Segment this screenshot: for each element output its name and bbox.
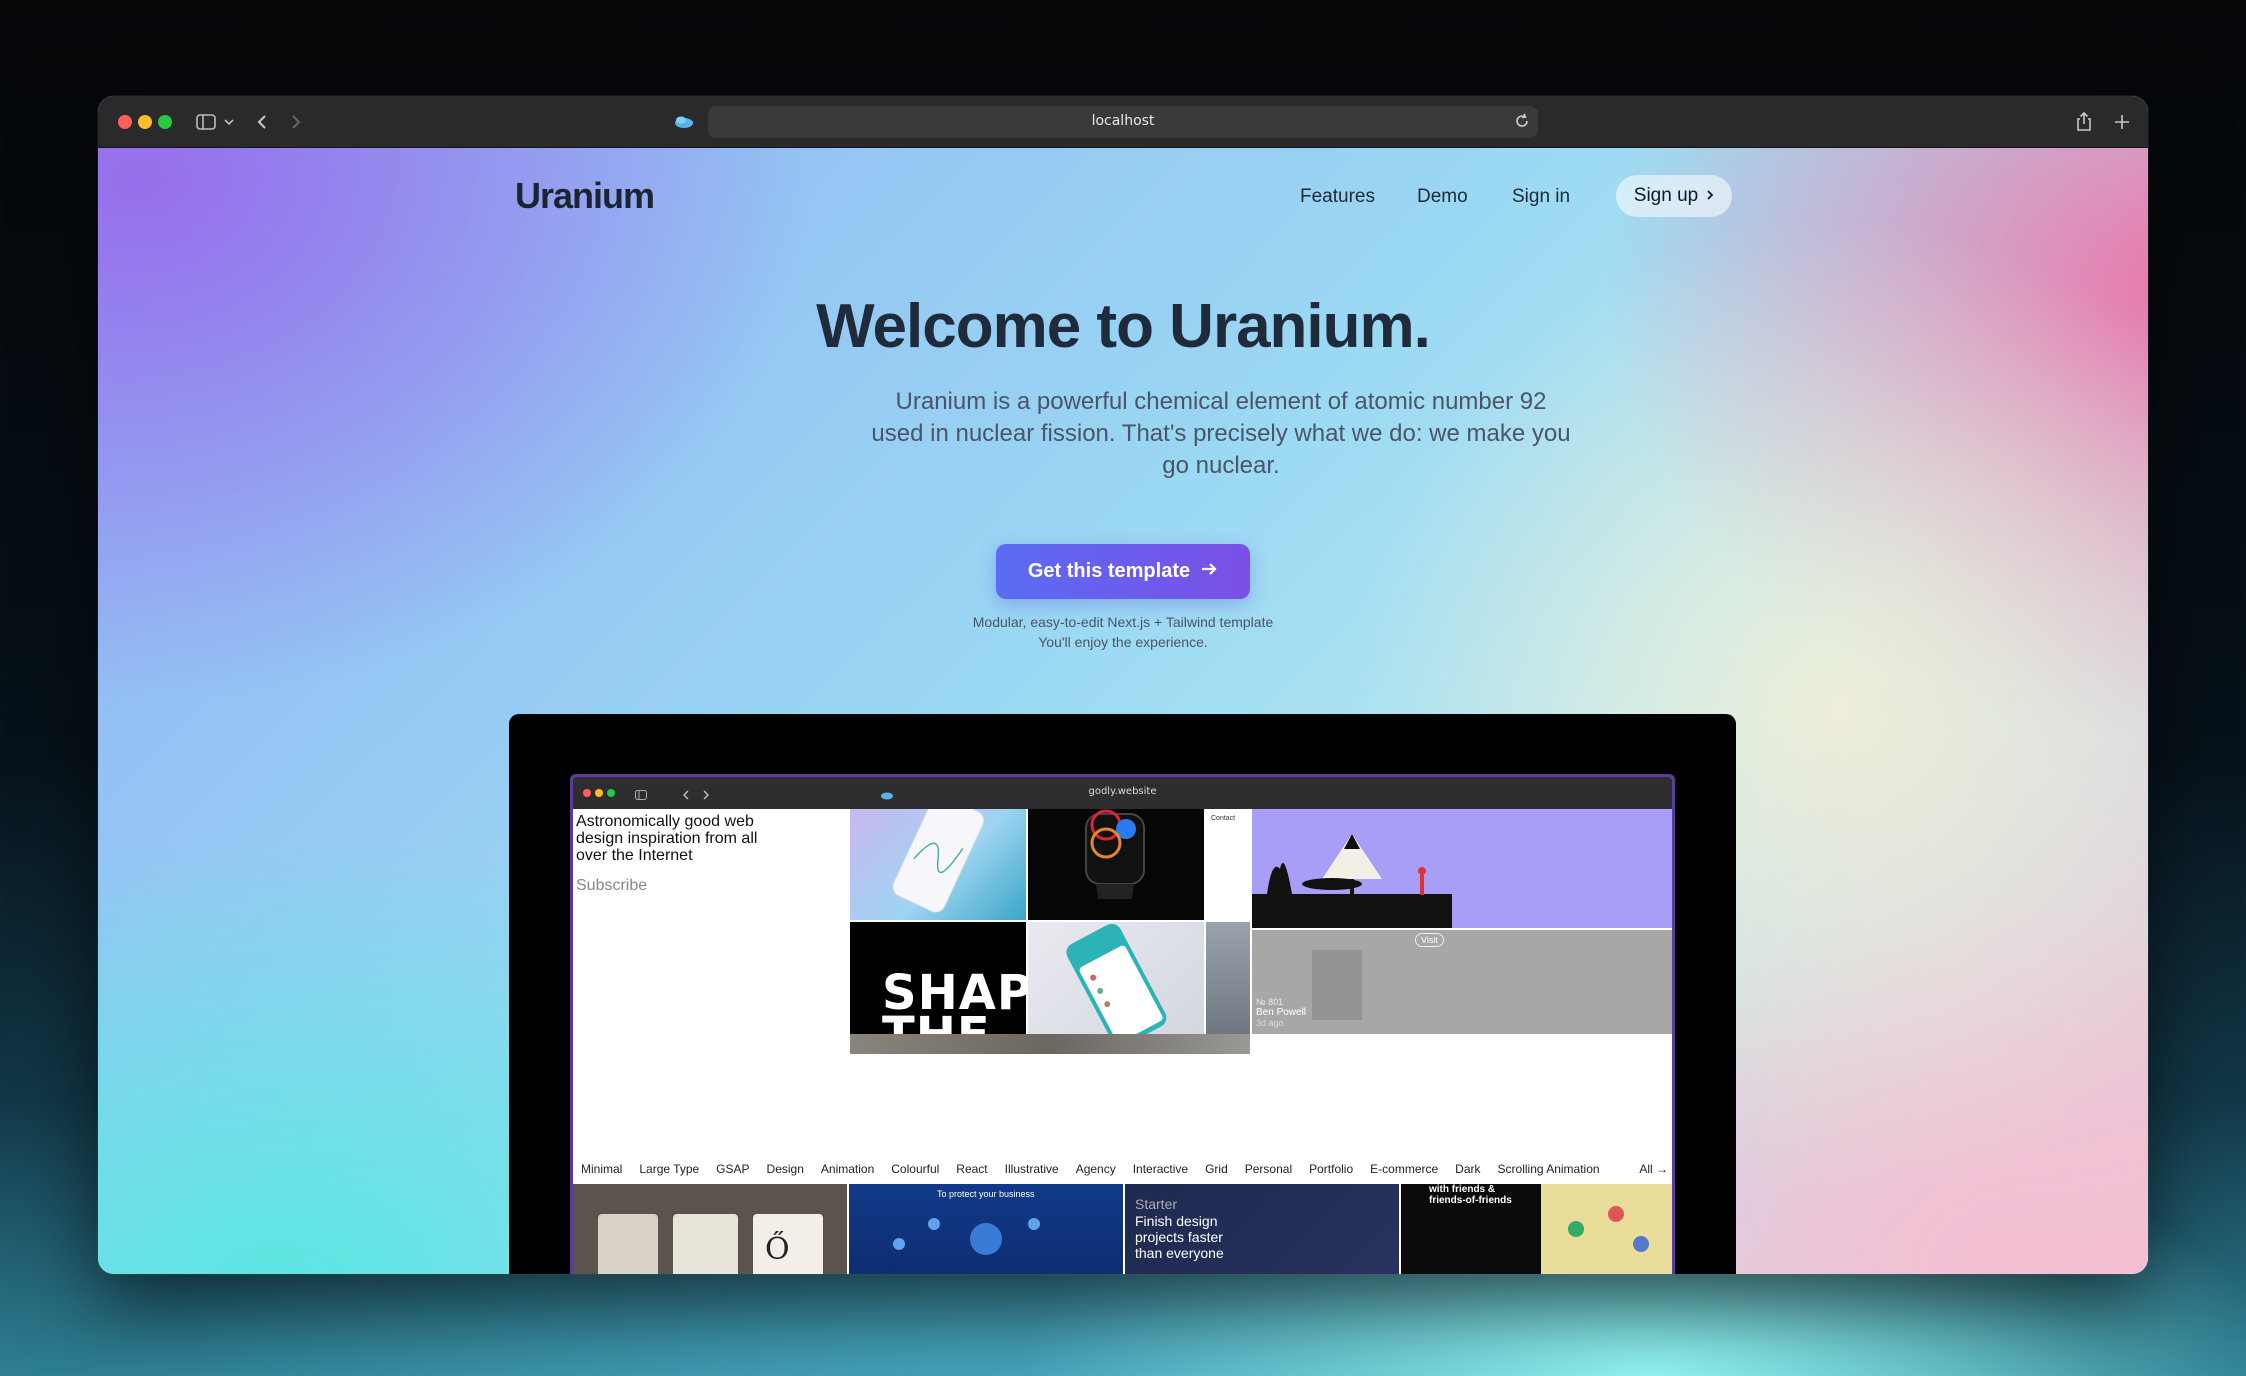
- tag-e-commerce: E-commerce: [1370, 1162, 1439, 1176]
- tile-lamp-illustration: [1252, 809, 1672, 928]
- tag-all: All →: [1639, 1162, 1668, 1176]
- new-tab-icon[interactable]: [2110, 108, 2134, 136]
- preview-tagline: Astronomically good web design inspirati…: [576, 813, 758, 864]
- tile-contact: Contact: [1206, 809, 1250, 920]
- tile-protect-business: To protect your business: [849, 1184, 1123, 1274]
- tag-portfolio: Portfolio: [1309, 1162, 1354, 1176]
- preview-shape-text: SHAPE THE: [882, 965, 1026, 1034]
- preview-friends-text: with friends & friends-of-friends: [1429, 1184, 1512, 1206]
- tag-dark: Dark: [1455, 1162, 1481, 1176]
- tile-watch: [1028, 809, 1204, 920]
- preview-visit-button: Visit: [1415, 933, 1444, 947]
- cta-note-line1: Modular, easy-to-edit Next.js + Tailwind…: [972, 614, 1274, 630]
- sign-up-button[interactable]: Sign up: [1616, 175, 1732, 217]
- preview-card-number: № 801: [1256, 997, 1284, 1007]
- address-bar[interactable]: localhost: [708, 106, 1538, 138]
- nav-features[interactable]: Features: [1300, 186, 1375, 208]
- address-url: localhost: [1091, 113, 1155, 129]
- tile-shape-the: SHAPE THE: [850, 922, 1026, 1034]
- site-favicon-icon: [672, 108, 696, 136]
- arrow-right-icon: [1200, 560, 1218, 583]
- tag-scrolling-animation: Scrolling Animation: [1497, 1162, 1600, 1176]
- landing-page: Uranium Features Demo Sign in Sign up We…: [98, 148, 2148, 1274]
- preview-url: godly.website: [1088, 786, 1157, 797]
- tag-gsap: GSAP: [716, 1162, 750, 1176]
- preview-contact: Contact: [1211, 815, 1236, 822]
- tile-starter: Starter Finish design projects faster th…: [1125, 1184, 1399, 1274]
- minimize-window-button[interactable]: [138, 115, 152, 129]
- zoom-window-button[interactable]: [158, 115, 172, 129]
- preview-card-age: 3d ago: [1256, 1018, 1284, 1028]
- tag-interactive: Interactive: [1132, 1162, 1189, 1176]
- tile-cards: Ő: [573, 1184, 847, 1274]
- forward-arrow-icon[interactable]: [286, 108, 306, 136]
- sidebar-toggle-icon[interactable]: [194, 108, 218, 136]
- tag-personal: Personal: [1244, 1162, 1293, 1176]
- preview-tag-bar: Minimal Large Type GSAP Design Animation…: [573, 1154, 1672, 1184]
- share-icon[interactable]: [2072, 108, 2096, 136]
- hero-title: Welcome to Uranium.: [816, 292, 1431, 361]
- back-arrow-icon[interactable]: [252, 108, 272, 136]
- site-logo[interactable]: Uranium: [515, 175, 655, 217]
- reload-icon[interactable]: [1514, 113, 1530, 134]
- tile-phone-chart: [850, 809, 1026, 920]
- preview-blue-title: To protect your business: [937, 1189, 1035, 1199]
- tile-strip: [850, 1034, 1250, 1054]
- tile-phone-app: [1028, 922, 1204, 1034]
- tag-large-type: Large Type: [639, 1162, 700, 1176]
- tag-illustrative: Illustrative: [1004, 1162, 1059, 1176]
- preview-toolbar: godly.website: [573, 777, 1672, 809]
- tag-minimal: Minimal: [581, 1162, 623, 1176]
- preview-frame: godly.website Astronomically good web de…: [509, 714, 1736, 1274]
- get-template-button[interactable]: Get this template: [996, 544, 1250, 599]
- tag-agency: Agency: [1075, 1162, 1116, 1176]
- svg-text:Ő: Ő: [765, 1231, 790, 1267]
- chevron-down-icon[interactable]: [222, 108, 236, 136]
- browser-window: localhost Uranium Features Demo Sign in …: [98, 96, 2148, 1274]
- chevron-right-icon: [1706, 185, 1714, 207]
- get-template-label: Get this template: [1027, 560, 1191, 582]
- cta-note-line2: You'll enjoy the experience.: [1038, 634, 1208, 650]
- tag-colourful: Colourful: [891, 1162, 940, 1176]
- preview-content: Astronomically good web design inspirati…: [573, 809, 1672, 1274]
- preview-card-author: Ben Powell: [1256, 1007, 1307, 1018]
- nav-demo[interactable]: Demo: [1417, 186, 1468, 208]
- tag-grid: Grid: [1205, 1162, 1228, 1176]
- tag-animation: Animation: [820, 1162, 875, 1176]
- tile-ben-powell: Visit № 801 Ben Powell 3d ago: [1252, 930, 1672, 1034]
- preview-finish-text: Finish design projects faster than every…: [1135, 1213, 1224, 1261]
- preview-starter: Starter: [1135, 1196, 1178, 1212]
- close-window-button[interactable]: [118, 115, 132, 129]
- nav-sign-in[interactable]: Sign in: [1512, 186, 1570, 208]
- tile-photo-strip: [1206, 922, 1250, 1034]
- browser-toolbar: localhost: [98, 96, 2148, 148]
- tag-design: Design: [766, 1162, 804, 1176]
- tag-react: React: [956, 1162, 988, 1176]
- preview-browser: godly.website Astronomically good web de…: [570, 774, 1675, 1274]
- hero-subtitle: Uranium is a powerful chemical element o…: [871, 388, 1571, 479]
- tile-friends: with friends & friends-of-friends: [1401, 1184, 1672, 1274]
- sign-up-label: Sign up: [1633, 185, 1699, 206]
- preview-subscribe: Subscribe: [576, 877, 648, 894]
